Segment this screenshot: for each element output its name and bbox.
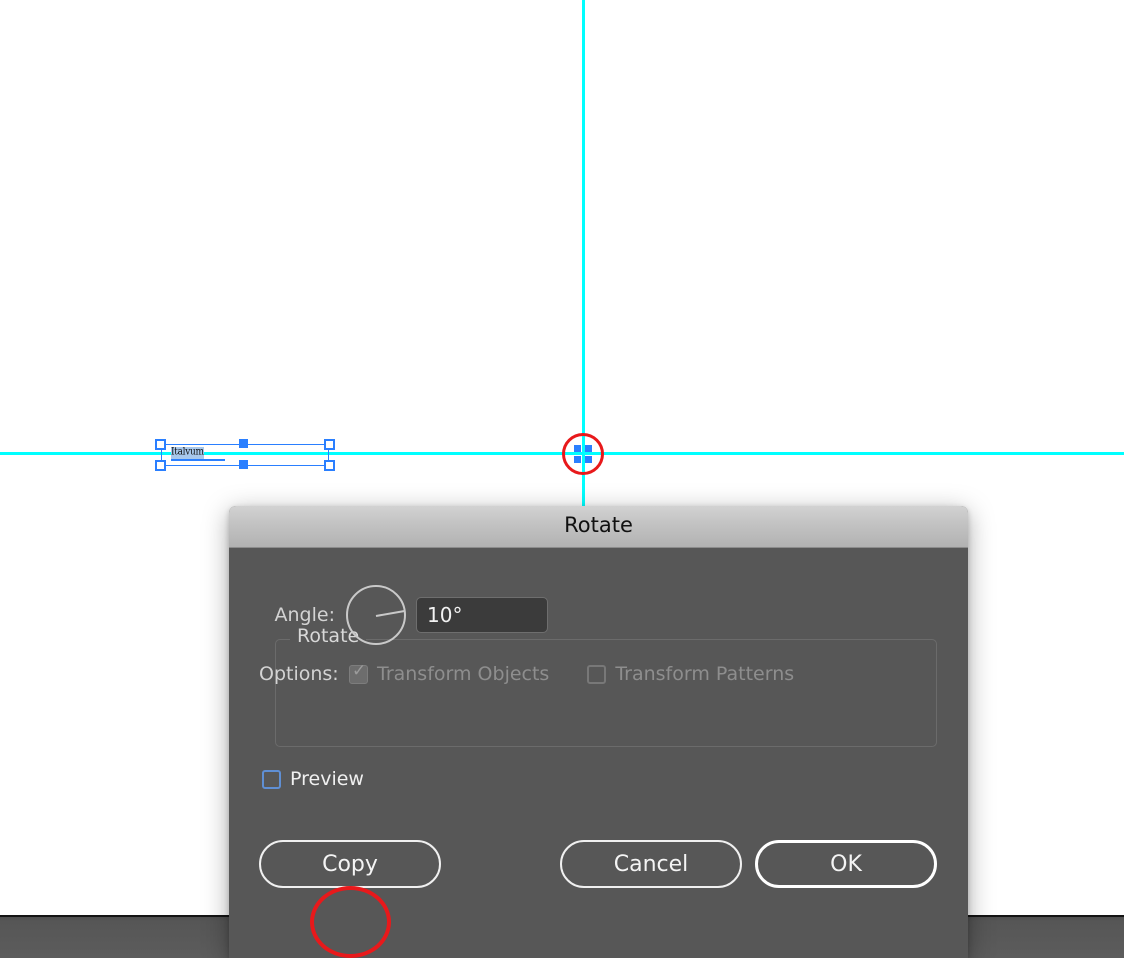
options-row: Options: Transform Objects Transform Pat… xyxy=(259,662,794,686)
transform-patterns-label: Transform Patterns xyxy=(615,663,795,685)
transform-objects-checkbox xyxy=(349,662,368,684)
dialog-body: Rotate Angle: 10° Options: Transform Obj… xyxy=(229,548,968,958)
selected-text-object[interactable]: Italvum xyxy=(155,439,335,471)
selection-handle-bottom-right[interactable] xyxy=(324,460,335,471)
origin-crosshair-icon xyxy=(574,445,592,463)
transform-objects-checkbox-item[interactable]: Transform Objects xyxy=(349,662,550,685)
options-label: Options: xyxy=(259,663,339,685)
dialog-title: Rotate xyxy=(564,513,633,537)
transform-patterns-checkbox-item[interactable]: Transform Patterns xyxy=(587,663,794,685)
selection-handle-top-left[interactable] xyxy=(155,439,166,450)
selection-handle-top-right[interactable] xyxy=(324,439,335,450)
selection-handle-bottom-center[interactable] xyxy=(239,460,248,469)
angle-dial-control[interactable] xyxy=(346,585,406,645)
rotation-origin-icon[interactable] xyxy=(566,437,600,471)
angle-label: Angle: xyxy=(274,604,335,626)
copy-button[interactable]: Copy xyxy=(259,840,441,888)
dialog-titlebar[interactable]: Rotate xyxy=(229,506,968,548)
preview-row[interactable]: Preview xyxy=(262,768,364,790)
angle-dial-needle xyxy=(375,609,405,617)
selection-handle-bottom-left[interactable] xyxy=(155,460,166,471)
angle-row: Angle: 10° xyxy=(259,585,548,645)
transform-objects-label: Transform Objects xyxy=(377,663,550,685)
preview-label: Preview xyxy=(290,768,364,790)
rotate-dialog: Rotate Rotate Angle: 10° Options: Transf… xyxy=(229,506,968,958)
preview-checkbox[interactable] xyxy=(262,769,281,789)
selection-handle-top-center[interactable] xyxy=(239,439,248,448)
angle-input[interactable]: 10° xyxy=(416,597,548,633)
text-baseline xyxy=(171,459,225,461)
rotate-options-group: Rotate xyxy=(275,625,937,747)
ok-button[interactable]: OK xyxy=(755,840,937,888)
transform-patterns-checkbox xyxy=(587,664,607,684)
text-object-content: Italvum xyxy=(171,447,204,460)
cancel-button[interactable]: Cancel xyxy=(560,840,742,888)
